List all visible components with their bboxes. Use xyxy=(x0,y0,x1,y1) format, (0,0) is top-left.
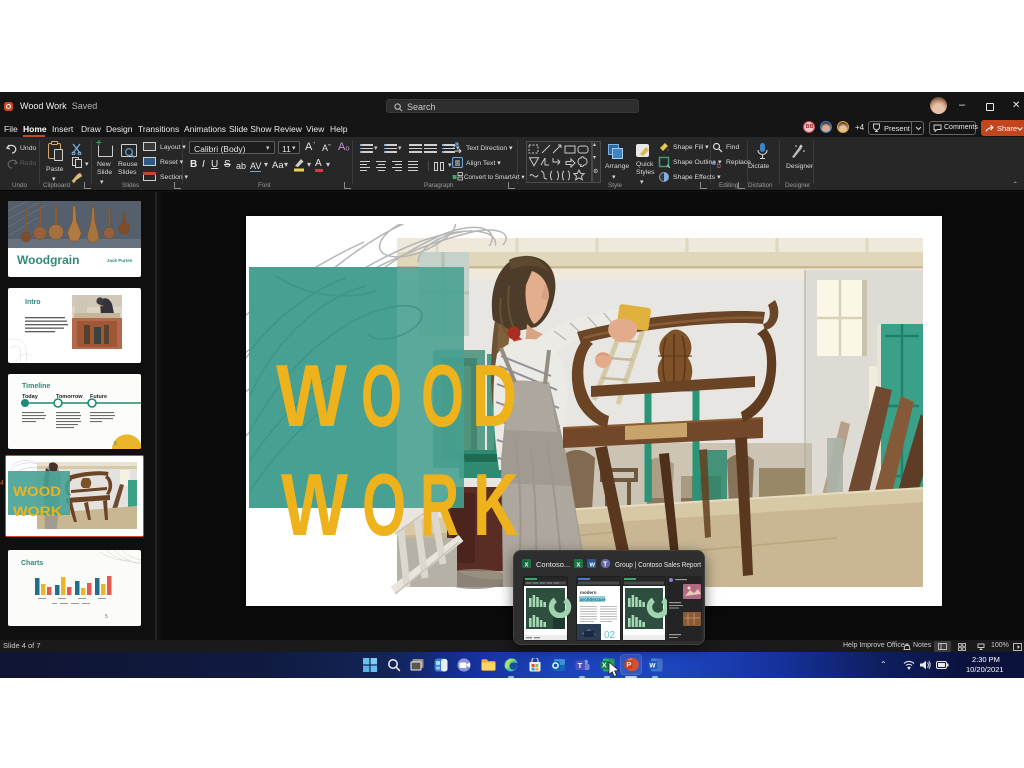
svg-text:WORK: WORK xyxy=(13,504,62,519)
svg-text:a: a xyxy=(712,160,716,167)
svg-text:W: W xyxy=(649,662,656,669)
svg-text:Intro: Intro xyxy=(25,299,41,306)
svg-text:5: 5 xyxy=(105,614,108,620)
svg-text:W: W xyxy=(281,456,348,554)
svg-text:T: T xyxy=(578,661,583,670)
svg-text:D: D xyxy=(472,348,517,446)
svg-text:Woodgrain: Woodgrain xyxy=(17,253,79,267)
svg-text:5: 5 xyxy=(114,441,117,447)
svg-text:O: O xyxy=(361,347,402,445)
svg-text:WOOD: WOOD xyxy=(13,484,61,499)
svg-text:Group | Contoso Sales Report: Group | Contoso Sales Report xyxy=(615,560,701,569)
svg-text:O: O xyxy=(362,455,406,554)
svg-text:architecture: architecture xyxy=(580,597,606,602)
svg-text:Charts: Charts xyxy=(21,560,43,567)
svg-text:X: X xyxy=(602,661,607,670)
svg-text:Timeline: Timeline xyxy=(22,383,50,390)
svg-text:Jack Purten: Jack Purten xyxy=(107,258,133,263)
svg-text:T: T xyxy=(603,562,608,569)
svg-text:P: P xyxy=(626,660,631,669)
svg-text:K: K xyxy=(473,457,518,555)
svg-text:O: O xyxy=(421,346,464,445)
svg-text:b: b xyxy=(717,163,721,168)
svg-text:Contoso...: Contoso... xyxy=(536,560,570,569)
svg-text:W: W xyxy=(276,348,348,446)
svg-text:w: w xyxy=(589,562,596,569)
svg-text:x: x xyxy=(577,562,581,569)
svg-text:x: x xyxy=(525,562,529,569)
svg-text:R: R xyxy=(420,457,459,555)
svg-text:02: 02 xyxy=(604,630,616,641)
svg-text:modern: modern xyxy=(580,590,597,595)
